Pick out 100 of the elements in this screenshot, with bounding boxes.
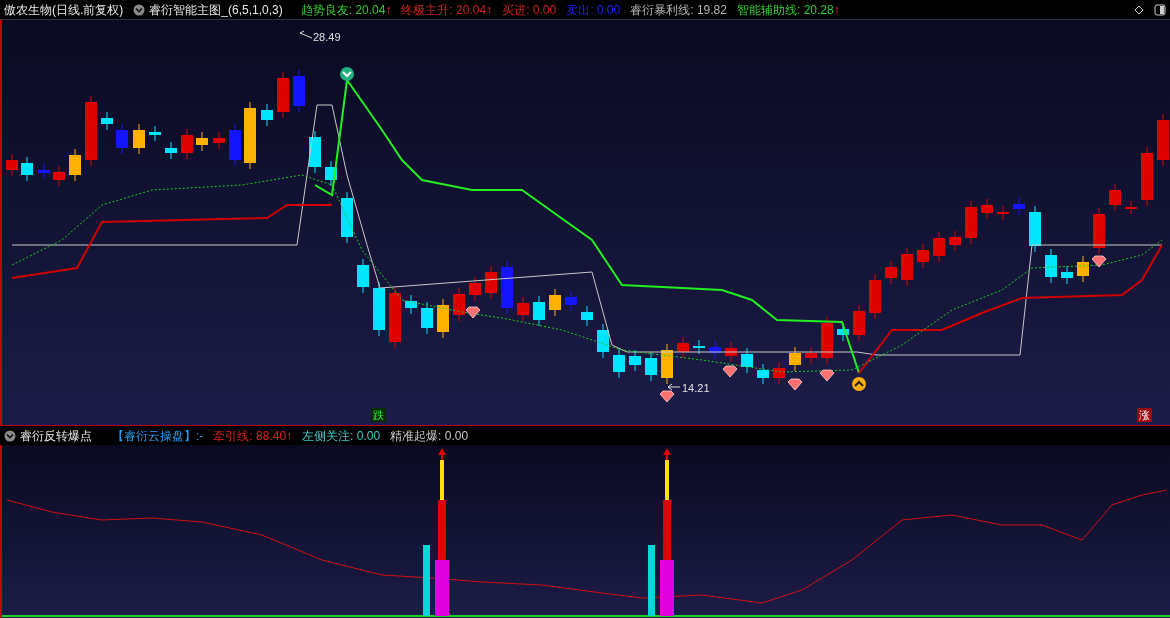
candlestick bbox=[101, 111, 113, 131]
candlestick bbox=[1141, 146, 1153, 207]
legend-item: 终极主升: 20.04↑ bbox=[401, 1, 493, 19]
candlestick bbox=[6, 153, 18, 177]
candlestick bbox=[757, 363, 769, 385]
panel-icon[interactable] bbox=[1154, 3, 1166, 16]
sub-indicator-name: 睿衍反转爆点 bbox=[20, 427, 92, 445]
candlestick bbox=[933, 231, 945, 263]
leader-arrow-icon bbox=[667, 383, 681, 391]
candlestick bbox=[533, 295, 545, 327]
candlestick bbox=[261, 103, 273, 127]
candlestick bbox=[244, 101, 256, 170]
diamond-icon[interactable] bbox=[1134, 4, 1144, 15]
legend-item: 卖出: 0.00 bbox=[566, 1, 621, 19]
candlestick bbox=[901, 247, 913, 287]
candlestick bbox=[549, 288, 561, 317]
candlestick bbox=[165, 141, 177, 160]
candlestick bbox=[309, 130, 321, 174]
candlestick bbox=[196, 131, 208, 152]
candlestick bbox=[741, 347, 753, 374]
candlestick bbox=[325, 160, 337, 187]
candlestick bbox=[85, 95, 97, 167]
candlestick bbox=[709, 340, 721, 360]
candlestick bbox=[821, 316, 833, 365]
candlestick bbox=[38, 163, 50, 180]
candlestick bbox=[149, 125, 161, 142]
candlestick bbox=[229, 123, 241, 167]
buy-signal-icon bbox=[852, 377, 866, 391]
candlestick bbox=[661, 343, 673, 385]
gem-icon bbox=[787, 378, 803, 391]
candlestick bbox=[805, 346, 817, 365]
legend-item: 智能辅助线: 20.28↑ bbox=[736, 1, 840, 19]
candlestick bbox=[693, 339, 705, 355]
candlestick bbox=[949, 230, 961, 252]
candlestick bbox=[997, 205, 1009, 221]
signal-marker: 跌 bbox=[371, 408, 386, 422]
candlestick bbox=[116, 123, 128, 155]
candlestick bbox=[1045, 248, 1057, 284]
candlestick bbox=[1125, 200, 1137, 215]
legend-item: 【睿衍云操盘】:- bbox=[112, 427, 204, 445]
candlestick bbox=[853, 304, 865, 342]
candlestick bbox=[597, 323, 609, 359]
candlestick bbox=[453, 287, 465, 322]
candlestick bbox=[565, 290, 577, 312]
candlestick bbox=[133, 123, 145, 155]
legend-item: 牵引线: 88.40↑ bbox=[213, 427, 293, 445]
candlestick bbox=[1109, 183, 1121, 212]
legend-item: 睿衍暴利线: 19.82 bbox=[630, 1, 727, 19]
candlestick bbox=[965, 200, 977, 245]
low-price-label: 14.21 bbox=[682, 381, 710, 396]
candlestick bbox=[405, 294, 417, 315]
candlestick bbox=[437, 298, 449, 339]
candlestick bbox=[1061, 265, 1073, 285]
chevron-down-icon[interactable] bbox=[133, 3, 146, 16]
candlestick bbox=[421, 301, 433, 335]
legend-item: 精准起爆: 0.00 bbox=[390, 427, 469, 445]
candlestick bbox=[773, 361, 785, 385]
candlestick bbox=[485, 265, 497, 300]
candlestick bbox=[21, 156, 33, 182]
candlestick bbox=[213, 131, 225, 150]
stock-name: 傲农生物(日线.前复权) bbox=[4, 1, 124, 19]
indicator-name: 睿衍智能主图_(6,5,1,0,3) bbox=[149, 1, 283, 19]
chevron-down-icon[interactable] bbox=[4, 429, 16, 442]
candlestick bbox=[389, 286, 401, 349]
candlestick bbox=[181, 128, 193, 160]
candlestick bbox=[629, 349, 641, 372]
candlestick bbox=[277, 71, 289, 119]
candlestick bbox=[501, 260, 513, 315]
candlestick bbox=[1093, 207, 1105, 255]
signal-marker: 涨 bbox=[1137, 408, 1152, 422]
candlestick bbox=[789, 346, 801, 372]
candlestick bbox=[341, 191, 353, 244]
candlestick bbox=[293, 69, 305, 113]
candlestick bbox=[581, 305, 593, 327]
candlestick bbox=[725, 341, 737, 363]
candlestick bbox=[885, 260, 897, 285]
gem-icon bbox=[465, 306, 481, 319]
candlestick bbox=[69, 148, 81, 182]
gem-icon bbox=[819, 369, 835, 382]
candlestick bbox=[469, 276, 481, 302]
candlestick bbox=[613, 348, 625, 379]
candlestick bbox=[1013, 197, 1025, 216]
candlestick bbox=[1157, 113, 1169, 167]
legend-item: 趋势良友: 20.04↑ bbox=[300, 1, 392, 19]
legend-item: 左侧关注: 0.00 bbox=[302, 427, 381, 445]
candlestick bbox=[869, 273, 881, 320]
candlestick bbox=[373, 281, 385, 337]
legend-item: 买进: 0.00 bbox=[502, 1, 557, 19]
candlestick bbox=[53, 165, 65, 187]
candlestick bbox=[917, 243, 929, 269]
candlestick bbox=[981, 198, 993, 220]
candlestick bbox=[1029, 205, 1041, 253]
high-price-label: 28.49 bbox=[313, 30, 341, 45]
leader-arrow-icon bbox=[299, 30, 313, 39]
gem-icon bbox=[1091, 255, 1107, 268]
sell-signal-icon bbox=[340, 67, 354, 81]
candlestick bbox=[677, 336, 689, 359]
candlestick bbox=[645, 351, 657, 382]
gem-icon bbox=[659, 390, 675, 403]
candlestick bbox=[357, 258, 369, 294]
